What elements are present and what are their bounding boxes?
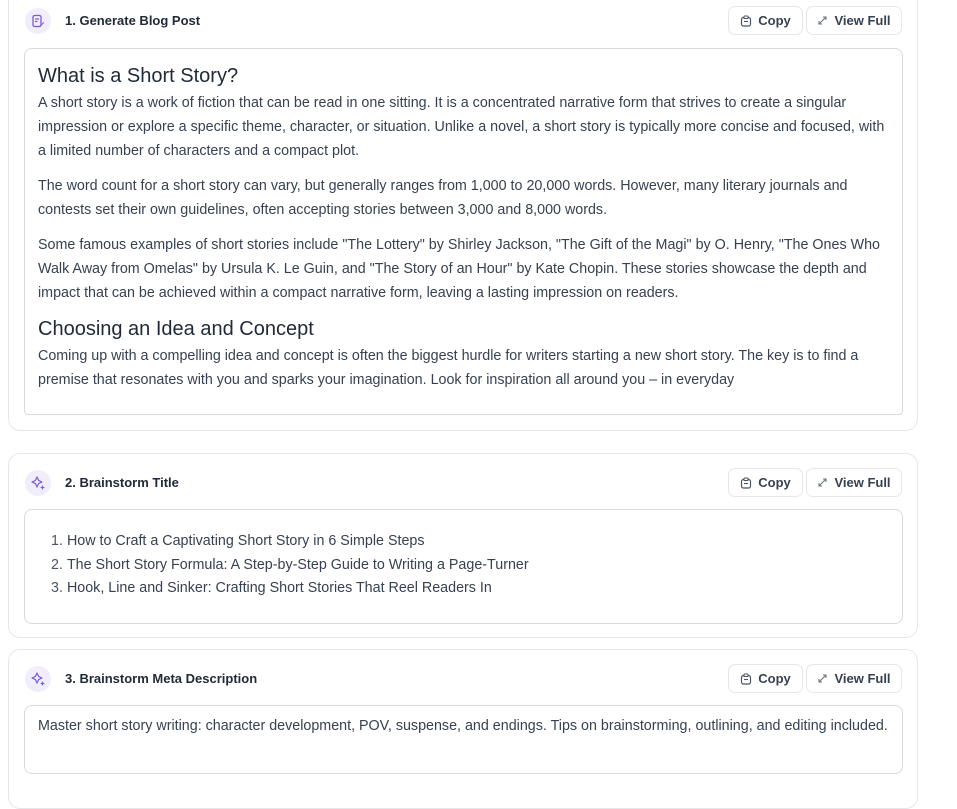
view-full-label: View Full: [834, 475, 891, 490]
title-list-content[interactable]: 1. How to Craft a Captivating Short Story…: [24, 509, 903, 624]
view-full-button[interactable]: View Full: [806, 664, 902, 693]
view-full-button[interactable]: View Full: [806, 6, 902, 35]
step-card-brainstorm-title: 2. Brainstorm Title Copy View Full 1. How…: [8, 453, 918, 638]
expand-icon: [818, 478, 827, 487]
edit-document-icon: [25, 8, 51, 34]
clipboard-icon: [741, 14, 752, 27]
blog-post-content[interactable]: What is a Short Story? A short story is …: [24, 48, 903, 415]
post-paragraph: Coming up with a compelling idea and con…: [38, 348, 859, 388]
step-card-brainstorm-meta-description: 3. Brainstorm Meta Description Copy View…: [8, 649, 918, 809]
post-heading: What is a Short Story?: [38, 65, 239, 87]
list-item: 2. The Short Story Formula: A Step-by-Ste…: [51, 556, 529, 573]
sparkle-icon: [25, 666, 51, 692]
copy-button[interactable]: Copy: [728, 468, 803, 497]
meta-description-text: Master short story writing: character de…: [38, 718, 888, 734]
step-card-generate-blog-post: 1. Generate Blog Post Copy View Full Wha…: [8, 0, 918, 431]
list-item: 1. How to Craft a Captivating Short Story…: [51, 533, 425, 549]
view-full-button[interactable]: View Full: [806, 468, 902, 497]
copy-button[interactable]: Copy: [728, 664, 803, 693]
post-heading: Choosing an Idea and Concept: [38, 318, 314, 340]
step-header: 3. Brainstorm Meta Description Copy View…: [9, 662, 917, 696]
post-paragraph: A short story is a work of fiction that …: [38, 95, 885, 159]
expand-icon: [818, 16, 827, 25]
copy-label: Copy: [758, 13, 791, 28]
step-title: 3. Brainstorm Meta Description: [65, 671, 258, 686]
view-full-label: View Full: [834, 671, 891, 686]
list-item: 3. Hook, Line and Sinker: Crafting Short …: [51, 580, 492, 596]
step-header: 1. Generate Blog Post Copy View Full: [9, 4, 917, 38]
title-list: 1. How to Craft a Captivating Short Story…: [25, 510, 902, 601]
copy-label: Copy: [758, 671, 791, 686]
post-paragraph: The word count for a short story can var…: [38, 178, 848, 218]
view-full-label: View Full: [834, 13, 891, 28]
sparkle-icon: [25, 470, 51, 496]
meta-description-content[interactable]: Master short story writing: character de…: [24, 705, 903, 774]
clipboard-icon: [741, 672, 752, 685]
step-header: 2. Brainstorm Title Copy View Full: [9, 466, 917, 500]
copy-label: Copy: [758, 475, 791, 490]
clipboard-icon: [741, 476, 752, 489]
copy-button[interactable]: Copy: [728, 6, 803, 35]
step-title: 2. Brainstorm Title: [65, 475, 179, 490]
step-title: 1. Generate Blog Post: [65, 13, 201, 28]
expand-icon: [818, 674, 827, 683]
post-paragraph: Some famous examples of short stories in…: [38, 237, 880, 301]
